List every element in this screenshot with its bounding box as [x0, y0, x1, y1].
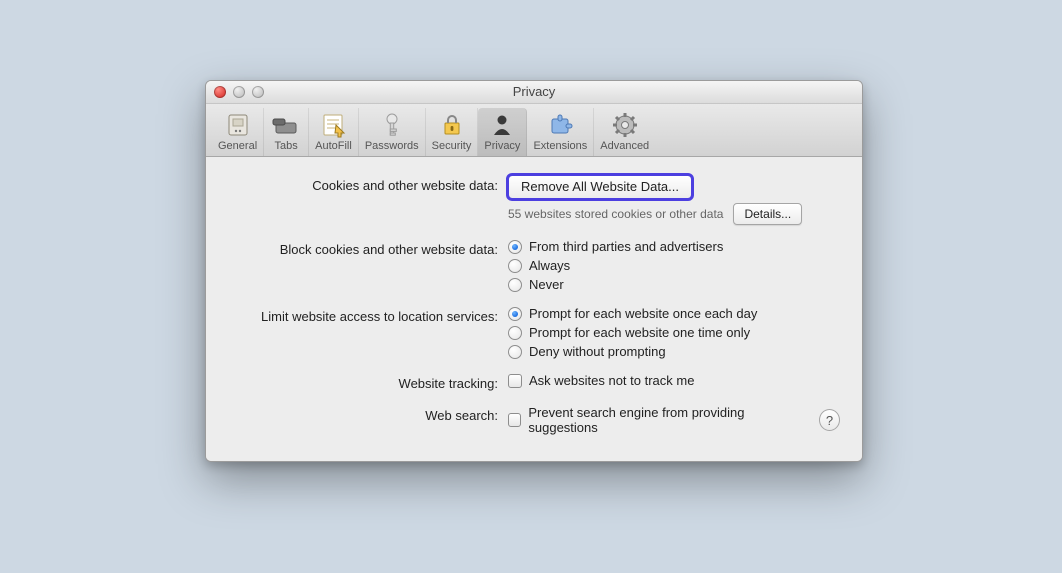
tab-extensions[interactable]: Extensions [527, 108, 594, 156]
preferences-toolbar: General Tabs AutoFill [206, 104, 862, 157]
block-cookies-option-third-parties[interactable]: From third parties and advertisers [508, 239, 723, 254]
row-tracking: Website tracking: Ask websites not to tr… [228, 373, 840, 391]
titlebar: Privacy [206, 81, 862, 104]
tab-label: Tabs [275, 140, 298, 152]
row-block-cookies: Block cookies and other website data: Fr… [228, 239, 840, 292]
preferences-window: Privacy General Tabs [205, 80, 863, 462]
row-cookies: Cookies and other website data: Remove A… [228, 175, 840, 225]
radio-icon [508, 345, 522, 359]
tab-label: Privacy [484, 140, 520, 152]
radio-icon [508, 259, 522, 273]
zoom-icon[interactable] [252, 86, 264, 98]
radio-icon [508, 240, 522, 254]
cookies-label: Cookies and other website data: [228, 175, 508, 193]
tab-autofill[interactable]: AutoFill [309, 108, 359, 156]
radio-icon [508, 307, 522, 321]
row-websearch: Web search: Prevent search engine from p… [228, 405, 840, 435]
location-option-deny[interactable]: Deny without prompting [508, 344, 666, 359]
tab-general[interactable]: General [212, 108, 264, 156]
websearch-label: Web search: [228, 405, 508, 423]
row-location: Limit website access to location service… [228, 306, 840, 359]
remove-all-website-data-button[interactable]: Remove All Website Data... [508, 175, 692, 199]
tab-label: Security [432, 140, 472, 152]
extensions-icon [544, 110, 576, 140]
radio-label: Never [529, 277, 564, 292]
block-cookies-option-never[interactable]: Never [508, 277, 564, 292]
checkbox-icon [508, 374, 522, 388]
passwords-icon [376, 110, 408, 140]
tab-privacy[interactable]: Privacy [478, 108, 527, 156]
block-cookies-option-always[interactable]: Always [508, 258, 570, 273]
checkbox-icon [508, 413, 521, 427]
radio-label: From third parties and advertisers [529, 239, 723, 254]
close-icon[interactable] [214, 86, 226, 98]
radio-icon [508, 278, 522, 292]
location-option-prompt-each-day[interactable]: Prompt for each website once each day [508, 306, 757, 321]
tracking-label: Website tracking: [228, 373, 508, 391]
radio-icon [508, 326, 522, 340]
tab-label: General [218, 140, 257, 152]
details-button[interactable]: Details... [733, 203, 802, 225]
general-icon [222, 110, 254, 140]
tab-passwords[interactable]: Passwords [359, 108, 426, 156]
location-label: Limit website access to location service… [228, 306, 508, 324]
tab-label: AutoFill [315, 140, 352, 152]
tab-label: Passwords [365, 140, 419, 152]
radio-label: Deny without prompting [529, 344, 666, 359]
privacy-pane: Cookies and other website data: Remove A… [206, 157, 862, 461]
tabs-icon [270, 110, 302, 140]
tab-tabs[interactable]: Tabs [264, 108, 309, 156]
autofill-icon [317, 110, 349, 140]
security-icon [436, 110, 468, 140]
tab-advanced[interactable]: Advanced [594, 108, 655, 156]
minimize-icon[interactable] [233, 86, 245, 98]
checkbox-label: Prevent search engine from providing sug… [528, 405, 803, 435]
cookies-summary: 55 websites stored cookies or other data [508, 207, 723, 221]
help-button[interactable]: ? [819, 409, 840, 431]
radio-label: Prompt for each website once each day [529, 306, 757, 321]
checkbox-label: Ask websites not to track me [529, 373, 694, 388]
advanced-icon [609, 110, 641, 140]
radio-label: Always [529, 258, 570, 273]
prevent-suggestions-checkbox[interactable]: Prevent search engine from providing sug… [508, 405, 803, 435]
window-controls [214, 86, 264, 98]
tab-security[interactable]: Security [426, 108, 479, 156]
radio-label: Prompt for each website one time only [529, 325, 750, 340]
privacy-icon [486, 110, 518, 140]
window-title: Privacy [513, 84, 556, 99]
tab-label: Advanced [600, 140, 649, 152]
block-cookies-label: Block cookies and other website data: [228, 239, 508, 257]
tab-label: Extensions [533, 140, 587, 152]
location-option-prompt-once[interactable]: Prompt for each website one time only [508, 325, 750, 340]
do-not-track-checkbox[interactable]: Ask websites not to track me [508, 373, 694, 388]
